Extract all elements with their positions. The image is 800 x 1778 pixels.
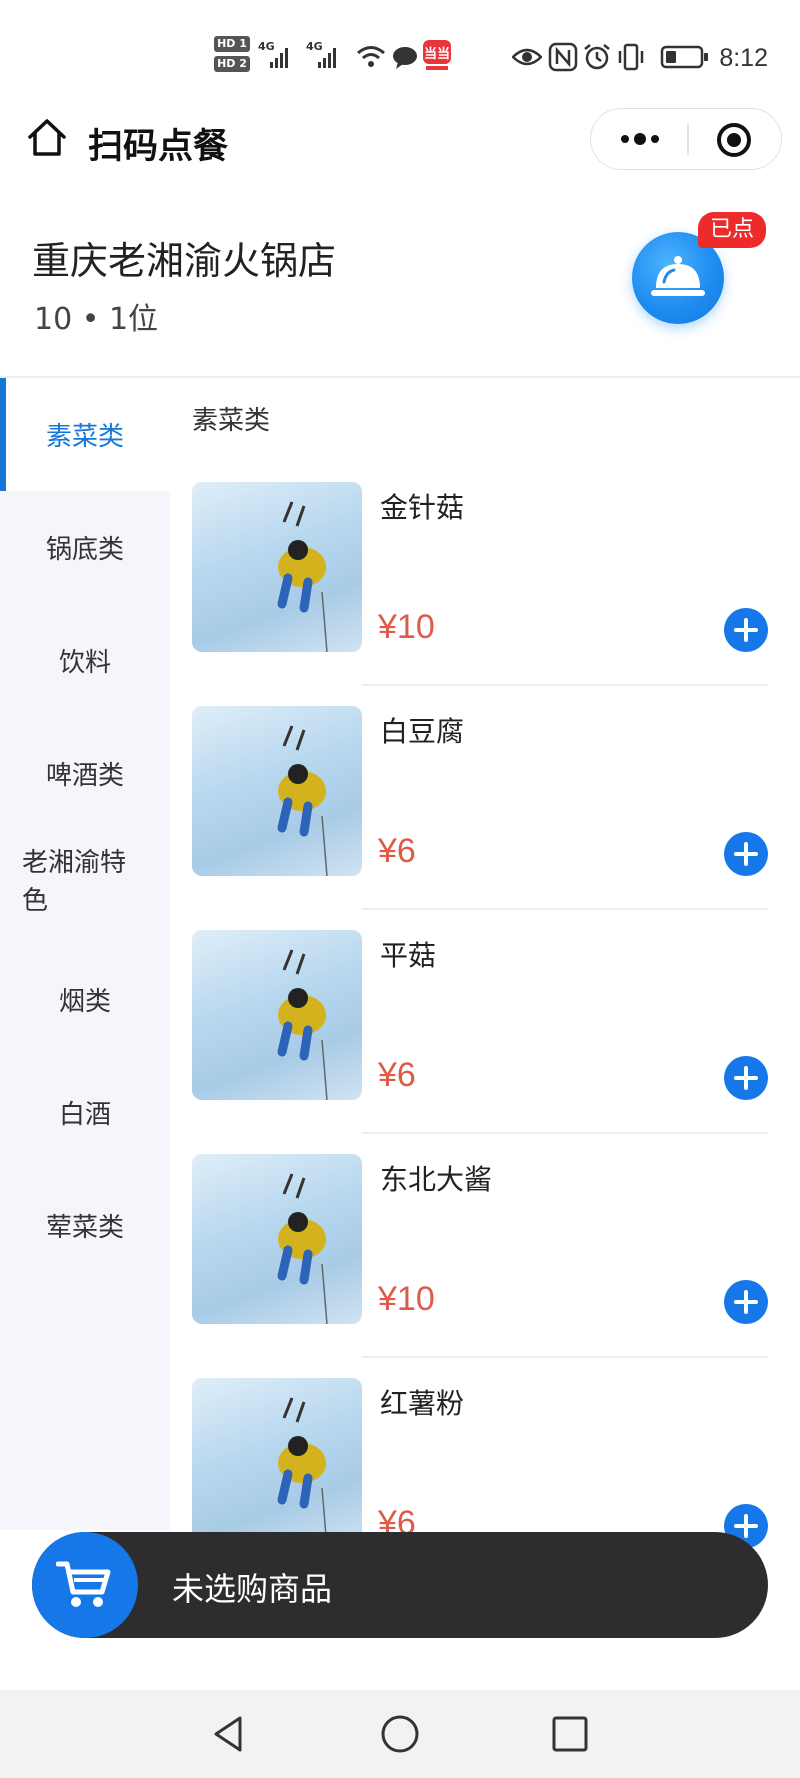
product-image <box>192 1154 362 1324</box>
product-name: 东北大酱 <box>380 1163 493 1196</box>
sidebar-item-label: 老湘渝特色 <box>22 848 127 916</box>
section-title: 素菜类 <box>192 406 271 436</box>
home-circle-icon[interactable] <box>378 1712 422 1756</box>
product-divider <box>362 1132 768 1134</box>
product-item[interactable]: 白豆腐 ¥6 <box>170 706 800 930</box>
home-icon[interactable] <box>26 117 68 159</box>
sidebar-item-cigarettes[interactable]: 烟类 <box>0 943 170 1056</box>
add-to-cart-button[interactable] <box>724 608 768 652</box>
capsule-divider <box>687 123 689 155</box>
product-price: ¥10 <box>378 1280 435 1318</box>
cart-icon <box>56 1561 111 1607</box>
product-name: 金针菇 <box>380 491 465 524</box>
sidebar-item-liquor[interactable]: 白酒 <box>0 1056 170 1169</box>
sidebar-item-beer[interactable]: 啤酒类 <box>0 717 170 830</box>
hd2-label: HD 2 <box>214 56 250 72</box>
product-image <box>192 706 362 876</box>
add-to-cart-button[interactable] <box>724 832 768 876</box>
sidebar-item-hotpot-base[interactable]: 锅底类 <box>0 491 170 604</box>
svg-text:当当: 当当 <box>424 46 450 62</box>
vibrate-icon <box>618 43 644 71</box>
ordered-badge[interactable]: 已点 <box>698 212 767 248</box>
sidebar-item-meat[interactable]: 荤菜类 <box>0 1169 170 1282</box>
product-item[interactable]: 平菇 ¥6 <box>170 930 800 1154</box>
sidebar-item-label: 锅底类 <box>45 535 124 565</box>
status-bar: HD 1 HD 2 4G 4G 当当 8:12 <box>0 0 800 100</box>
page-title: 扫码点餐 <box>88 127 229 167</box>
product-divider <box>362 1356 768 1358</box>
product-divider <box>362 684 768 686</box>
hd-indicator: HD 1 HD 2 <box>214 36 252 76</box>
alarm-icon <box>584 44 610 70</box>
mini-program-capsule <box>590 108 782 170</box>
chat-bubble-icon <box>393 47 417 69</box>
product-image <box>192 482 362 652</box>
product-image <box>192 1378 362 1548</box>
wifi-icon <box>357 46 385 67</box>
eye-icon <box>512 48 542 66</box>
product-divider <box>362 908 768 910</box>
product-price: ¥6 <box>378 1056 416 1094</box>
product-name: 白豆腐 <box>380 715 465 748</box>
target-icon[interactable] <box>715 121 753 159</box>
cart-button[interactable] <box>32 1532 138 1638</box>
app-badge-icon: 当当 <box>423 40 451 70</box>
recents-icon[interactable] <box>548 1712 592 1756</box>
system-nav-bar <box>0 1690 800 1778</box>
sidebar-item-label: 白酒 <box>58 1100 111 1130</box>
sidebar-item-label: 饮料 <box>58 648 111 678</box>
product-price: ¥6 <box>378 832 416 870</box>
add-to-cart-button[interactable] <box>724 1280 768 1324</box>
sidebar-item-vegetables[interactable]: 素菜类 <box>0 378 170 491</box>
nfc-icon <box>548 42 578 72</box>
more-icon[interactable] <box>617 127 663 151</box>
clock-time: 8:12 <box>719 44 768 72</box>
battery-icon <box>660 45 708 69</box>
sidebar-item-label: 烟类 <box>58 987 111 1017</box>
cart-status-text: 未选购商品 <box>172 1570 333 1608</box>
cart-bar[interactable]: 未选购商品 <box>32 1532 768 1638</box>
sidebar-item-label: 素菜类 <box>45 422 124 452</box>
product-item[interactable]: 金针菇 ¥10 <box>170 482 800 706</box>
category-sidebar: 素菜类 锅底类 饮料 啤酒类 老湘渝特色 烟类 白酒 荤菜类 <box>0 378 170 1530</box>
table-info: 10 • 1位 <box>34 302 159 337</box>
sidebar-item-label: 啤酒类 <box>45 761 124 791</box>
back-icon[interactable] <box>206 1712 250 1756</box>
sidebar-item-drinks[interactable]: 饮料 <box>0 604 170 717</box>
add-to-cart-button[interactable] <box>724 1056 768 1100</box>
sidebar-item-specialties[interactable]: 老湘渝特色 <box>0 844 130 944</box>
dish-cover-icon <box>651 256 705 296</box>
product-item[interactable]: 东北大酱 ¥10 <box>170 1154 800 1378</box>
shop-name: 重庆老湘渝火锅店 <box>32 239 337 283</box>
product-image <box>192 930 362 1100</box>
product-name: 平菇 <box>380 939 437 972</box>
product-price: ¥10 <box>378 608 435 646</box>
sidebar-item-label: 荤菜类 <box>45 1213 124 1243</box>
hd1-label: HD 1 <box>214 36 250 52</box>
product-name: 红薯粉 <box>380 1387 465 1420</box>
